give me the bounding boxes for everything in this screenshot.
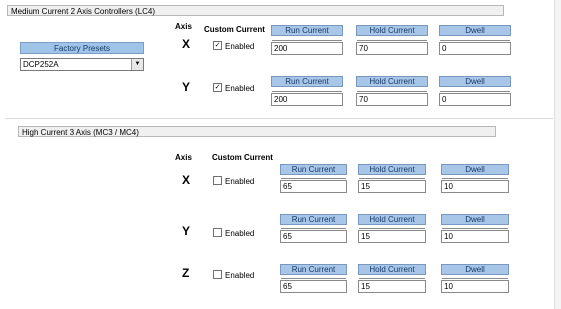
medium-y-hold-current-input[interactable]: 70 (356, 91, 428, 106)
high-x-dwell-input[interactable]: 10 (441, 178, 509, 193)
high-x-run-current-label: Run Current (280, 164, 347, 175)
enabled-label: Enabled (225, 84, 255, 93)
high-y-hold-current-input[interactable]: 15 (358, 228, 426, 243)
medium-current-section-header: Medium Current 2 Axis Controllers (LC4) (7, 5, 504, 16)
medium-axis-x-label: X (182, 37, 191, 51)
checkbox-box[interactable] (213, 270, 222, 280)
enabled-label: Enabled (225, 229, 255, 238)
high-y-dwell-label: Dwell (441, 214, 509, 225)
high-z-enabled-checkbox[interactable]: Enabled (213, 270, 255, 281)
high-x-hold-current-input[interactable]: 15 (358, 178, 426, 193)
high-z-dwell-input[interactable]: 10 (441, 278, 509, 293)
high-axis-x-label: X (182, 173, 191, 187)
high-axis-y-label: Y (182, 224, 191, 238)
checkbox-box[interactable]: ✓ (213, 41, 222, 51)
high-z-run-current-input[interactable]: 65 (280, 278, 347, 293)
factory-presets-label: Factory Presets (20, 42, 144, 54)
medium-y-dwell-label: Dwell (439, 76, 511, 87)
factory-presets-value: DCP252A (23, 60, 59, 69)
medium-section-title: Medium Current 2 Axis Controllers (LC4) (11, 7, 156, 16)
high-z-run-current-label: Run Current (280, 264, 347, 275)
checkbox-box[interactable] (213, 176, 222, 186)
high-x-enabled-checkbox[interactable]: Enabled (213, 176, 255, 187)
medium-x-hold-current-input[interactable]: 70 (356, 40, 428, 55)
chevron-down-icon[interactable]: ▼ (131, 59, 143, 70)
medium-x-dwell-label: Dwell (439, 25, 511, 36)
checkbox-box[interactable]: ✓ (213, 83, 222, 93)
high-z-dwell-label: Dwell (441, 264, 509, 275)
high-x-hold-current-label: Hold Current (358, 164, 426, 175)
enabled-label: Enabled (225, 177, 255, 186)
high-y-run-current-label: Run Current (280, 214, 347, 225)
medium-x-run-current-label: Run Current (271, 25, 343, 36)
medium-y-run-current-label: Run Current (271, 76, 343, 87)
factory-presets-dropdown[interactable]: DCP252A ▼ (20, 58, 144, 71)
high-x-dwell-label: Dwell (441, 164, 509, 175)
section-divider (5, 118, 553, 119)
high-x-run-current-input[interactable]: 65 (280, 178, 347, 193)
high-y-hold-current-label: Hold Current (358, 214, 426, 225)
enabled-label: Enabled (225, 271, 255, 280)
high-axis-z-label: Z (182, 266, 190, 280)
medium-x-hold-current-label: Hold Current (356, 25, 428, 36)
medium-axis-y-label: Y (182, 80, 191, 94)
factory-presets-text: Factory Presets (53, 44, 110, 53)
enabled-label: Enabled (225, 42, 255, 51)
medium-x-enabled-checkbox[interactable]: ✓ Enabled (213, 41, 255, 52)
medium-y-enabled-checkbox[interactable]: ✓ Enabled (213, 83, 255, 94)
medium-x-run-current-input[interactable]: 200 (271, 40, 343, 55)
medium-axis-header: Axis (175, 22, 192, 31)
high-z-hold-current-input[interactable]: 15 (358, 278, 426, 293)
medium-y-dwell-input[interactable]: 0 (439, 91, 511, 106)
high-section-title: High Current 3 Axis (MC3 / MC4) (22, 128, 139, 137)
high-custom-current-header: Custom Current (212, 153, 273, 162)
high-current-section-header: High Current 3 Axis (MC3 / MC4) (18, 126, 496, 137)
high-y-dwell-input[interactable]: 10 (441, 228, 509, 243)
high-y-run-current-input[interactable]: 65 (280, 228, 347, 243)
medium-y-hold-current-label: Hold Current (356, 76, 428, 87)
high-z-hold-current-label: Hold Current (358, 264, 426, 275)
medium-custom-current-header: Custom Current (204, 25, 265, 34)
medium-x-dwell-input[interactable]: 0 (439, 40, 511, 55)
scrollbar[interactable] (554, 0, 561, 309)
high-y-enabled-checkbox[interactable]: Enabled (213, 228, 255, 239)
checkbox-box[interactable] (213, 228, 222, 238)
high-axis-header: Axis (175, 153, 192, 162)
medium-y-run-current-input[interactable]: 200 (271, 91, 343, 106)
